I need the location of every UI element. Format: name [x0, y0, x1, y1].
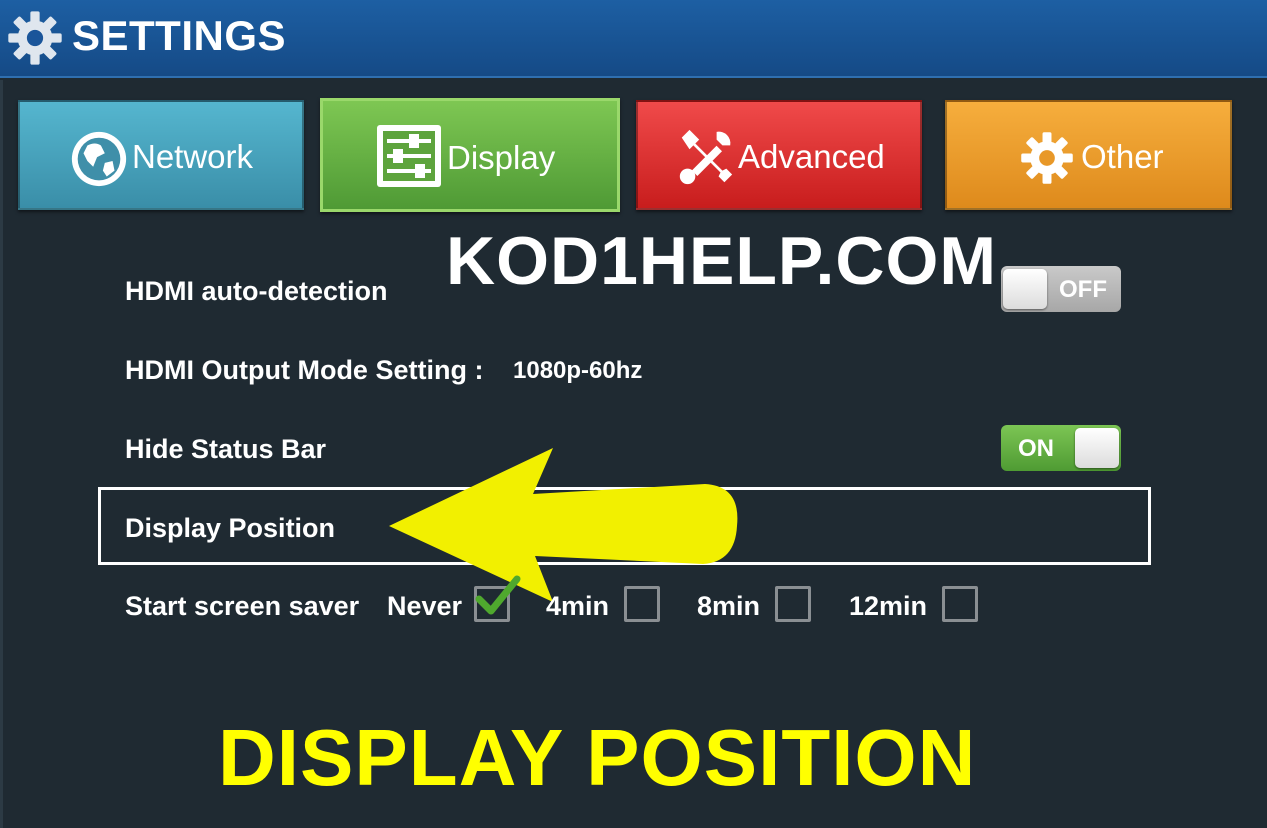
globe-icon [71, 131, 127, 187]
screen-saver-option-8min: 8min [697, 591, 761, 621]
screen-saver-label: Start screen saver [125, 591, 360, 621]
page-title: SETTINGS [72, 12, 287, 59]
tab-advanced[interactable]: Advanced [636, 100, 922, 210]
checkmark-icon [475, 575, 521, 615]
screen-saver-option-never: Never [387, 591, 463, 621]
toggle-knob [1003, 269, 1047, 309]
gear-icon [1021, 132, 1073, 184]
gear-icon [8, 11, 62, 65]
hdmi-auto-detection-label: HDMI auto-detection [125, 276, 388, 306]
hide-status-bar-label: Hide Status Bar [125, 434, 327, 464]
toggle-knob [1075, 428, 1119, 468]
sliders-icon [377, 125, 441, 187]
tab-network[interactable]: Network [18, 100, 304, 210]
display-position-caption: DISPLAY POSITION [218, 713, 977, 802]
tab-other-label: Other [1081, 138, 1164, 175]
tab-display-label: Display [447, 139, 556, 176]
hdmi-output-mode-value[interactable]: 1080p-60hz [513, 357, 642, 385]
screen-saver-option-12min: 12min [849, 591, 928, 621]
title-bar: SETTINGS [0, 0, 1267, 78]
hide-status-bar-toggle[interactable]: ON [1001, 425, 1121, 471]
tools-icon [679, 129, 733, 185]
tab-other[interactable]: Other [945, 100, 1232, 210]
hdmi-output-mode-label[interactable]: HDMI Output Mode Setting : [125, 355, 483, 386]
tab-advanced-label: Advanced [738, 138, 885, 175]
display-position-item[interactable]: Display Position [125, 513, 335, 544]
toggle-state: ON [1018, 435, 1054, 462]
tab-display[interactable]: Display [320, 98, 620, 212]
toggle-state: OFF [1059, 276, 1107, 303]
12min-checkbox[interactable] [942, 586, 978, 622]
screen-saver-option-4min: 4min [546, 591, 610, 621]
8min-checkbox[interactable] [775, 586, 811, 622]
tab-network-label: Network [132, 138, 254, 175]
arrow-icon [389, 448, 738, 602]
hdmi-auto-detection-toggle[interactable]: OFF [1001, 266, 1121, 312]
never-checkbox[interactable] [474, 575, 521, 622]
watermark-text: KOD1HELP.COM [446, 223, 998, 299]
4min-checkbox[interactable] [624, 586, 660, 622]
